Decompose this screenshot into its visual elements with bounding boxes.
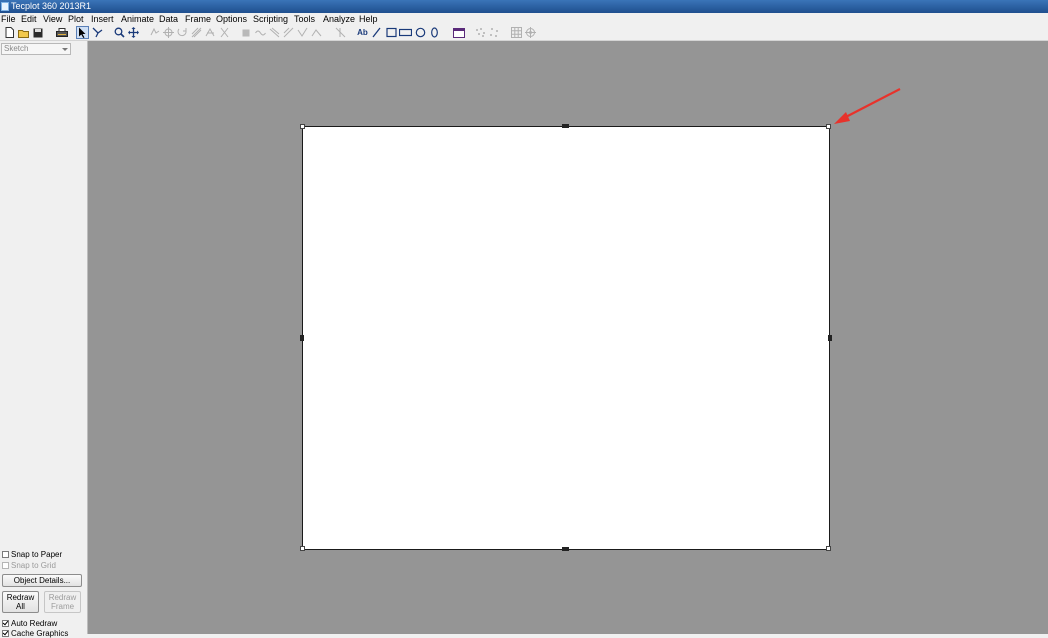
frame-icon[interactable] <box>452 26 465 39</box>
chevron-down-icon <box>62 48 68 51</box>
checkbox-box[interactable] <box>2 619 9 627</box>
menu-tools[interactable]: Tools <box>294 14 315 24</box>
text-icon[interactable]: Ab <box>356 26 369 39</box>
select-arrow-icon[interactable] <box>76 26 89 39</box>
block-icon[interactable] <box>240 26 253 39</box>
menu-help[interactable]: Help <box>359 14 378 24</box>
snap-to-grid-label: Snap to Grid <box>11 560 56 570</box>
menu-file[interactable]: File <box>1 14 16 24</box>
resize-handle-top-left[interactable] <box>300 124 305 129</box>
circle-icon[interactable] <box>414 26 427 39</box>
resize-handle-bottom[interactable] <box>562 547 569 551</box>
sidebar: Sketch Snap to Paper Snap to Grid Object… <box>0 41 88 638</box>
menu-options[interactable]: Options <box>216 14 247 24</box>
translate-icon[interactable] <box>127 26 140 39</box>
save-icon[interactable] <box>31 26 44 39</box>
slice-icon[interactable] <box>204 26 217 39</box>
line-tool-icon[interactable] <box>268 26 281 39</box>
streamtrace-icon[interactable] <box>282 26 295 39</box>
menu-edit[interactable]: Edit <box>21 14 37 24</box>
frame[interactable] <box>302 126 830 550</box>
target-icon[interactable] <box>524 26 537 39</box>
contour-icon[interactable] <box>310 26 323 39</box>
object-details-button[interactable]: Object Details... <box>2 574 82 587</box>
rectangle-icon[interactable] <box>385 26 398 39</box>
checkbox-box[interactable] <box>2 629 9 637</box>
rotate-icon[interactable] <box>148 26 161 39</box>
menu-analyze[interactable]: Analyze <box>323 14 355 24</box>
toolbar: Ab <box>0 25 1048 41</box>
mode-dropdown-value: Sketch <box>4 44 29 53</box>
checkbox-box[interactable] <box>2 550 9 558</box>
open-folder-icon[interactable] <box>17 26 30 39</box>
probe-icon[interactable] <box>218 26 231 39</box>
checkbox-box[interactable] <box>2 561 9 569</box>
rectangle-icon[interactable] <box>399 26 412 39</box>
wave-icon[interactable] <box>254 26 267 39</box>
redraw-all-button[interactable]: Redraw All <box>2 591 39 613</box>
title-bar: Tecplot 360 2013R1 <box>0 0 1048 13</box>
redraw-frame-button[interactable]: Redraw Frame <box>44 591 81 613</box>
ellipse-icon[interactable] <box>428 26 441 39</box>
redraw-frame-line1: Redraw <box>48 593 77 602</box>
resize-handle-bottom-right[interactable] <box>826 546 831 551</box>
snap-to-paper-label: Snap to Paper <box>11 549 63 559</box>
streamtrace-icon[interactable] <box>190 26 203 39</box>
menu-animate[interactable]: Animate <box>121 14 154 24</box>
resize-handle-left[interactable] <box>300 335 304 341</box>
contour-icon[interactable] <box>176 26 189 39</box>
window-title: Tecplot 360 2013R1 <box>11 1 92 11</box>
adjustor-icon[interactable] <box>91 26 104 39</box>
cache-graphics-checkbox[interactable]: Cache Graphics <box>2 628 68 638</box>
redraw-all-line2: All <box>16 602 25 611</box>
scatter-icon[interactable] <box>474 26 487 39</box>
resize-handle-right[interactable] <box>828 335 832 341</box>
cache-graphics-label: Cache Graphics <box>11 628 69 638</box>
zoom-icon[interactable] <box>113 26 126 39</box>
app-icon <box>1 2 9 11</box>
probe-icon[interactable] <box>162 26 175 39</box>
menu-insert[interactable]: Insert <box>91 14 114 24</box>
menu-plot[interactable]: Plot <box>68 14 84 24</box>
resize-handle-bottom-left[interactable] <box>300 546 305 551</box>
menu-data[interactable]: Data <box>159 14 178 24</box>
menu-bar: File Edit View Plot Insert Animate Data … <box>0 13 1048 25</box>
scatter-icon[interactable] <box>488 26 501 39</box>
print-icon[interactable] <box>55 26 68 39</box>
auto-redraw-label: Auto Redraw <box>11 618 58 628</box>
resize-handle-top[interactable] <box>562 124 569 128</box>
redraw-all-line1: Redraw <box>6 593 35 602</box>
grid-icon[interactable] <box>510 26 523 39</box>
new-file-icon[interactable] <box>3 26 16 39</box>
snap-to-paper-checkbox[interactable]: Snap to Paper <box>2 549 62 559</box>
menu-scripting[interactable]: Scripting <box>253 14 288 24</box>
slice-icon[interactable] <box>296 26 309 39</box>
menu-view[interactable]: View <box>43 14 62 24</box>
menu-frame[interactable]: Frame <box>185 14 211 24</box>
line-icon[interactable] <box>370 26 383 39</box>
mode-dropdown[interactable]: Sketch <box>1 43 71 55</box>
auto-redraw-checkbox[interactable]: Auto Redraw <box>2 618 57 628</box>
annotation-arrow-icon <box>834 88 901 124</box>
geometry-icon[interactable] <box>334 26 347 39</box>
redraw-frame-line2: Frame <box>50 602 75 611</box>
snap-to-grid-checkbox[interactable]: Snap to Grid <box>2 560 56 570</box>
